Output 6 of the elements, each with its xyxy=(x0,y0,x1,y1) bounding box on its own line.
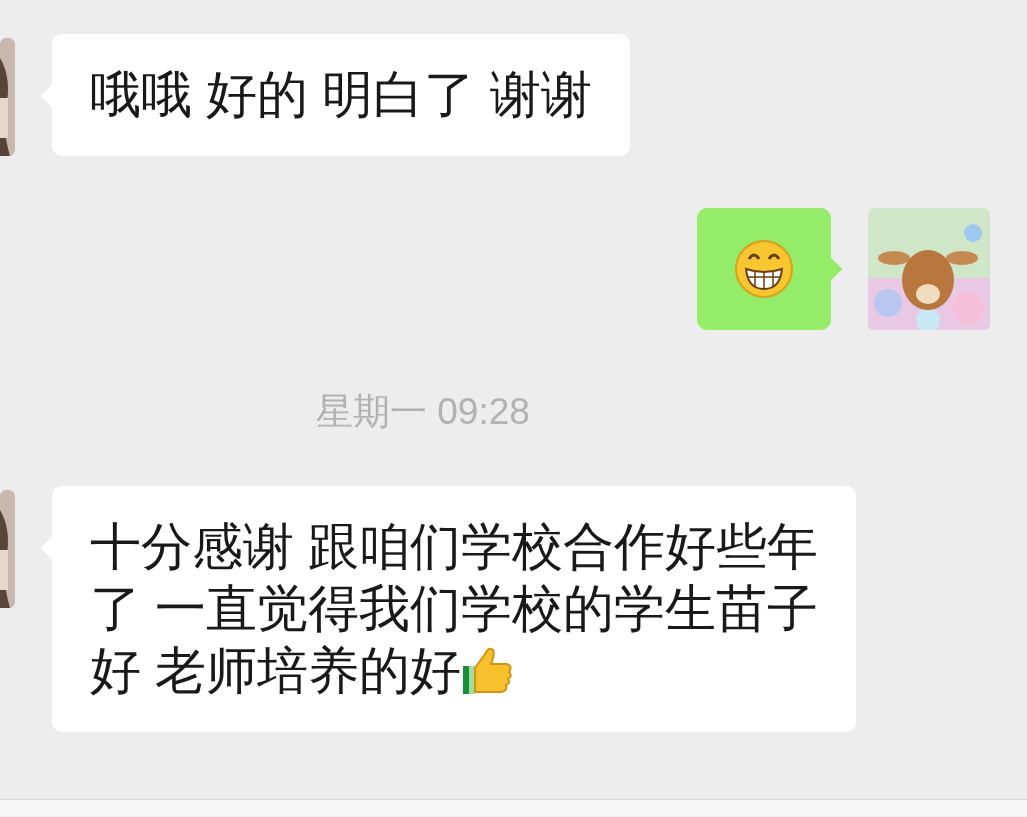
message-text: 十分感谢 跟咱们学校合作好些年 xyxy=(90,517,819,577)
timestamp: 星期一 09:28 xyxy=(316,390,530,434)
message-text: 好 老师培养的好 xyxy=(90,641,462,701)
grinning-face-icon xyxy=(734,239,794,299)
message-text: 了 一直觉得我们学校的学生苗子 xyxy=(90,579,819,639)
message-text: 哦哦 好的 明白了 谢谢 xyxy=(90,65,592,125)
